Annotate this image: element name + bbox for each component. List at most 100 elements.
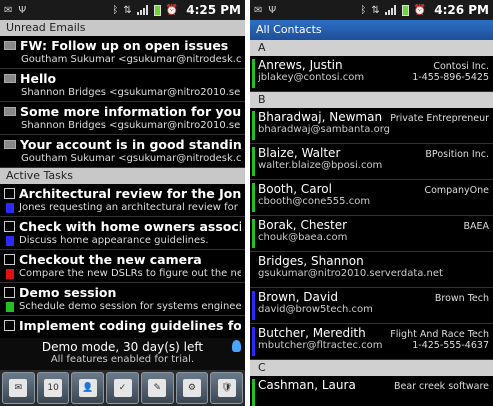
lightbulb-icon[interactable]: [232, 340, 241, 352]
email-item[interactable]: Your account is in good standing Goutham …: [0, 135, 245, 168]
contacts-icon: 👤: [78, 379, 97, 397]
task-header-row: Implement coding guidelines for Pr: [4, 317, 241, 334]
category-color-bar: [252, 379, 255, 406]
task-item[interactable]: Architectural review for the Jones hJone…: [0, 184, 245, 217]
contact-name: Blaize, Walter: [258, 146, 341, 160]
task-item[interactable]: Check with home owners associationDiscus…: [0, 217, 245, 250]
task-detail: Jones requesting an architectural review…: [19, 202, 241, 213]
task-detail-row: Schedule demo session for systems engine…: [4, 301, 241, 312]
task-title: Architectural review for the Jones h: [19, 186, 241, 201]
contact-item[interactable]: Borak, Chester BAEA chouk@baea.com: [250, 216, 493, 252]
email-item[interactable]: Some more information for you Shannon Bri…: [0, 102, 245, 135]
notification-mail-icon: ✉: [254, 4, 263, 16]
contact-company: BAEA: [463, 221, 489, 232]
tasks-button[interactable]: ✓: [106, 372, 139, 404]
category-color-bar: [252, 147, 255, 176]
demo-banner[interactable]: Demo mode, 30 day(s) left All features e…: [0, 338, 245, 370]
email-header-row: Hello: [4, 70, 241, 87]
section-letter: A: [250, 40, 493, 56]
category-color-bar: [252, 59, 255, 88]
contact-phone: 1-455-896-5425: [412, 72, 489, 83]
contact-name: Cashman, Laura: [258, 378, 356, 392]
category-color-bar: [252, 183, 255, 212]
edit-task-icon: [4, 221, 15, 232]
contact-phone: 1-425-555-4637: [412, 340, 489, 351]
bluetooth-icon: ᛒ: [360, 4, 367, 16]
contact-item[interactable]: Blaize, Walter BPosition Inc. walter.blaiz…: [250, 144, 493, 180]
trial-text: All features enabled for trial.: [50, 354, 195, 365]
task-header-row: Architectural review for the Jones h: [4, 185, 241, 202]
contact-bottom-row: walter.blaize@bposi.com: [258, 160, 489, 171]
clock: 4:26 PM: [434, 3, 489, 17]
email-item[interactable]: Hello Shannon Bridges <gsukumar@nitro2010…: [0, 69, 245, 102]
status-bar: ✉ Ψ ᛒ ⇅ ⏰ 4:25 PM: [0, 0, 245, 20]
contact-name: Bridges, Shannon: [258, 254, 364, 268]
active-tasks-header: Active Tasks: [0, 168, 245, 184]
contact-item[interactable]: Brown, David Brown Tech david@brow5tech.co…: [250, 288, 493, 324]
category-color-bar: [252, 255, 255, 284]
task-detail-row: Discuss home appearance guidelines.: [4, 235, 241, 246]
task-detail-row: Jones requesting an architectural review…: [4, 202, 241, 213]
contact-email: walter.blaize@bposi.com: [258, 160, 383, 171]
notification-mail-icon: ✉: [4, 4, 13, 16]
contact-email: jblakey@contosi.com: [258, 72, 365, 83]
contact-item[interactable]: Bharadwaj, Newman Private Entrepreneur bha…: [250, 108, 493, 144]
task-header-row: Checkout the new camera: [4, 251, 241, 268]
alarm-icon: ⏰: [413, 4, 427, 16]
settings-button[interactable]: ⚙: [175, 372, 209, 404]
mail-button[interactable]: ✉: [2, 372, 35, 404]
contact-bottom-row: jblakey@contosi.com 1-455-896-5425: [258, 72, 489, 83]
contact-top-row: Bharadwaj, Newman Private Entrepreneur: [258, 110, 489, 124]
contact-list: A Anrews, Justin Contosi Inc. jblakey@conto…: [250, 40, 493, 406]
calendar-button[interactable]: 10: [36, 372, 70, 404]
task-detail: Compare the new DSLRs to figure out the …: [19, 268, 241, 279]
contact-item[interactable]: Anrews, Justin Contosi Inc. jblakey@contos…: [250, 56, 493, 92]
category-color-bar: [252, 219, 255, 248]
envelope-icon: [4, 107, 16, 116]
status-bar: ✉ Ψ ᛒ ⇅ ⏰ 4:26 PM: [250, 0, 493, 20]
contact-top-row: Booth, Carol CompanyOne: [258, 182, 489, 196]
contact-item[interactable]: Cashman, Laura Bear creek software: [250, 376, 493, 406]
envelope-icon: [4, 140, 16, 149]
contact-item[interactable]: Butcher, Meredith Flight And Race Tech mbu…: [250, 324, 493, 360]
contact-bottom-row: cbooth@cone555.com: [258, 196, 489, 207]
notes-button[interactable]: ✎: [140, 372, 174, 404]
contact-company: CompanyOne: [424, 185, 489, 196]
email-subject: Some more information for you: [20, 104, 241, 119]
edit-task-icon: [4, 254, 15, 265]
category-color-bar: [252, 327, 255, 356]
task-item[interactable]: Checkout the new camera Compare the new D…: [0, 250, 245, 283]
app-toolbar: ✉ 10 👤 ✓ ✎ ⚙ 🛡: [0, 370, 245, 406]
priority-color-icon: [6, 301, 14, 312]
task-item[interactable]: Demo session Schedule demo session for sy…: [0, 283, 245, 316]
edit-task-icon: [4, 287, 15, 298]
calendar-icon: 10: [44, 379, 63, 397]
security-button[interactable]: 🛡: [210, 372, 244, 404]
task-header-row: Demo session: [4, 284, 241, 301]
envelope-icon: [4, 41, 16, 50]
contact-email: chouk@baea.com: [258, 232, 348, 243]
contact-bottom-row: david@brow5tech.com: [258, 304, 489, 315]
contact-top-row: Bridges, Shannon: [258, 254, 489, 268]
task-detail-row: Compare the new DSLRs to figure out the …: [4, 268, 241, 279]
network-icon: ⇅: [123, 4, 132, 16]
contact-item[interactable]: Booth, Carol CompanyOne cbooth@cone555.com: [250, 180, 493, 216]
task-title: Check with home owners association: [19, 219, 241, 234]
contact-item[interactable]: Bridges, Shannon gsukumar@nitro2010.serve…: [250, 252, 493, 288]
unread-emails-header: Unread Emails: [0, 20, 245, 36]
contacts-button[interactable]: 👤: [71, 372, 105, 404]
email-subject: Hello: [20, 71, 57, 86]
section-letter: B: [250, 92, 493, 108]
battery-icon: [153, 4, 161, 16]
contact-name: Anrews, Justin: [258, 58, 343, 72]
email-item[interactable]: FW: Follow up on open issues Goutham Suku…: [0, 36, 245, 69]
contact-top-row: Borak, Chester BAEA: [258, 218, 489, 232]
email-list: FW: Follow up on open issues Goutham Suku…: [0, 36, 245, 168]
security-icon: 🛡: [217, 379, 236, 397]
clock: 4:25 PM: [186, 3, 241, 17]
edit-task-icon: [4, 188, 15, 199]
contact-bottom-row: mbutcher@fltractec.com 1-425-555-4637: [258, 340, 489, 351]
battery-icon: [401, 4, 409, 16]
contacts-screen: ✉ Ψ ᛒ ⇅ ⏰ 4:26 PM All Contacts A Anrews, …: [250, 0, 493, 406]
contact-company: BPosition Inc.: [425, 149, 489, 160]
